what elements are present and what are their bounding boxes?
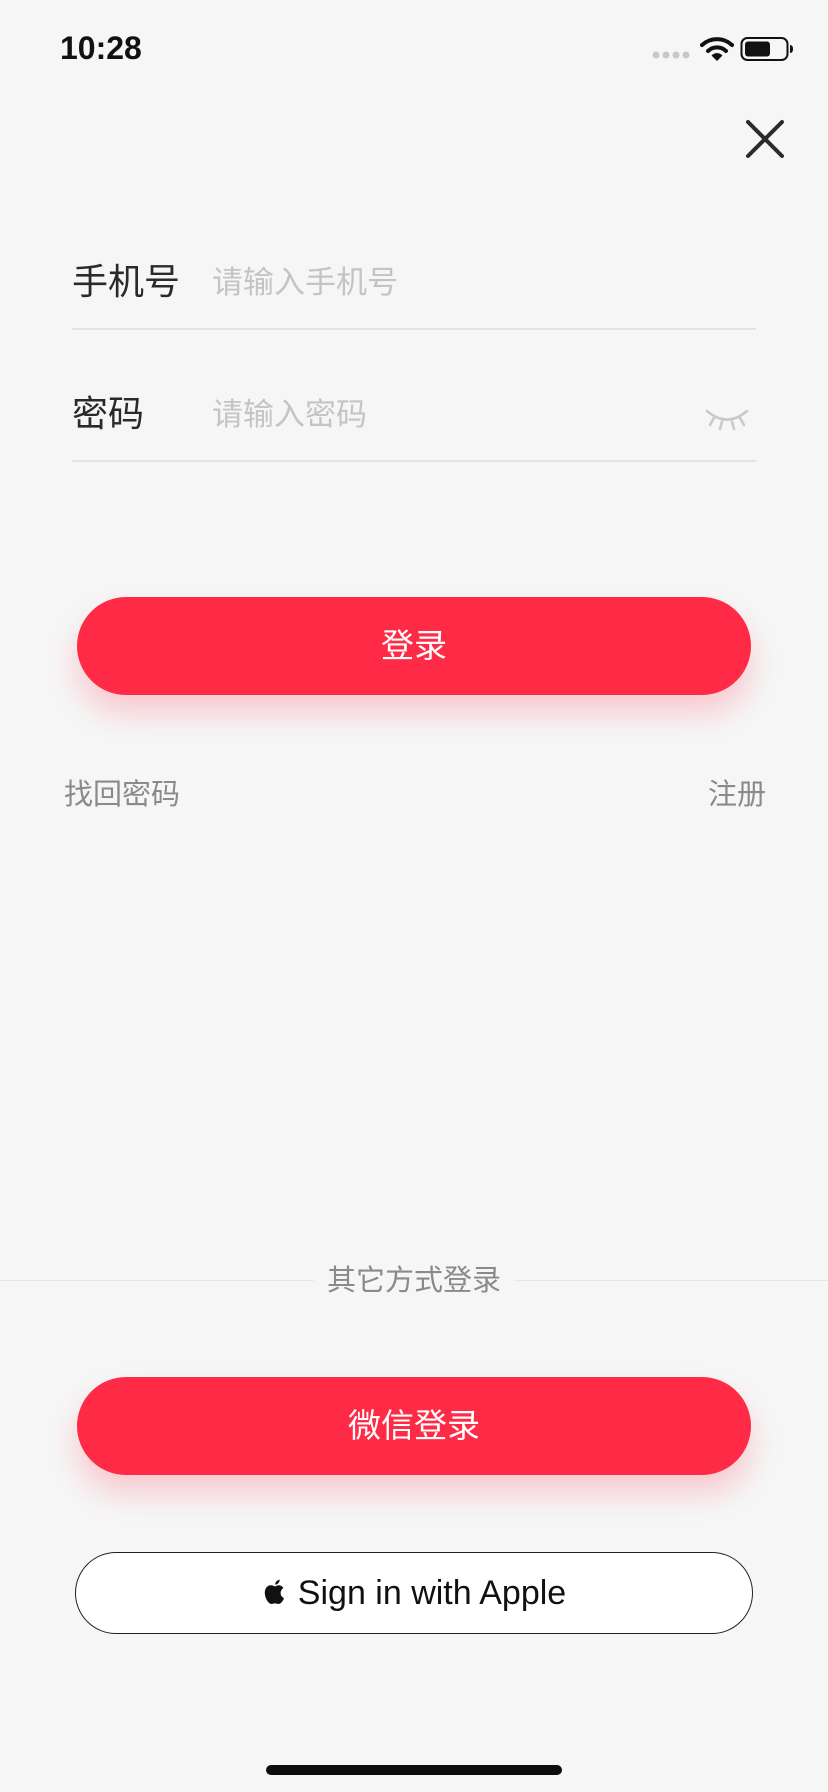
wifi-icon	[700, 37, 734, 61]
wechat-login-button[interactable]: 微信登录	[77, 1377, 751, 1475]
register-link[interactable]: 注册	[708, 774, 766, 814]
phone-input[interactable]	[212, 256, 672, 310]
cellular-signal-icon	[652, 51, 690, 59]
forgot-password-link[interactable]: 找回密码	[64, 774, 180, 814]
home-indicator[interactable]	[266, 1765, 562, 1775]
battery-icon	[740, 37, 793, 61]
phone-label: 手机号	[72, 262, 181, 303]
status-time: 10:28	[60, 30, 142, 66]
apple-signin-content: Sign in with Apple	[76, 1553, 752, 1633]
password-input[interactable]	[212, 388, 672, 442]
password-label: 密码	[72, 394, 145, 435]
login-button[interactable]: 登录	[77, 597, 751, 695]
apple-signin-button[interactable]: Sign in with Apple	[75, 1552, 753, 1634]
apple-signin-label: Sign in with Apple	[297, 1574, 567, 1612]
apple-logo-icon	[264, 1579, 284, 1604]
password-row: 密码	[72, 370, 756, 462]
phone-row: 手机号	[72, 238, 756, 330]
other-methods-label: 其它方式登录	[314, 1260, 514, 1300]
close-icon[interactable]	[742, 116, 788, 162]
eye-closed-icon[interactable]	[704, 406, 750, 432]
